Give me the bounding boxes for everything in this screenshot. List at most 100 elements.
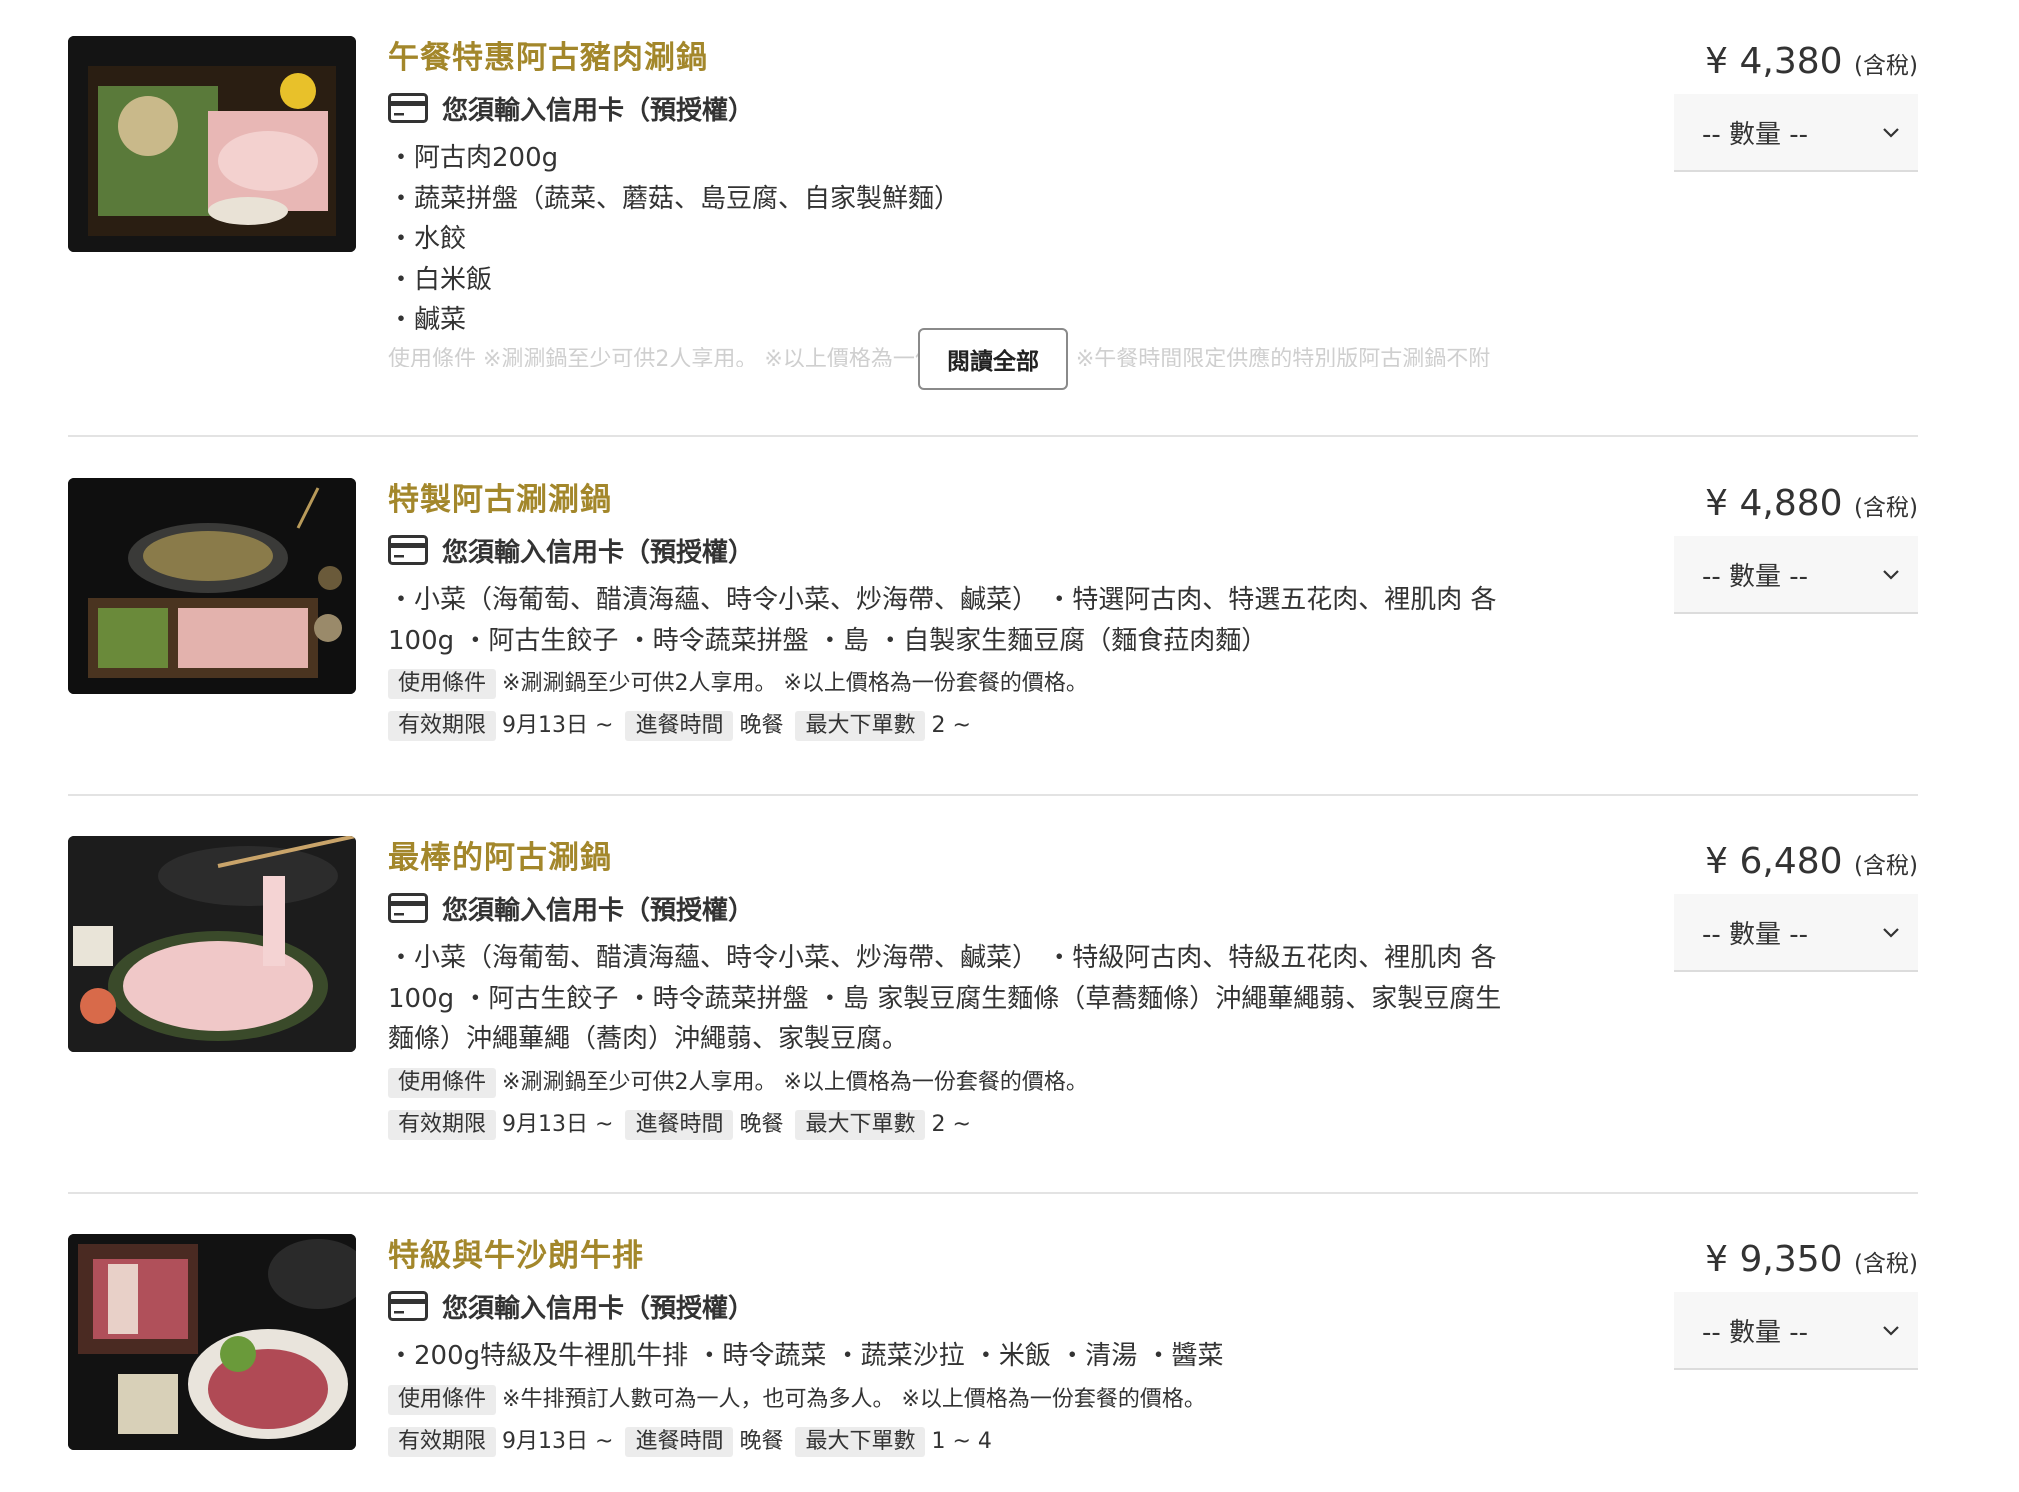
course-divider (68, 1192, 1918, 1194)
course-photo[interactable] (68, 36, 356, 252)
price-value: ¥ 4,880 (1705, 483, 1843, 524)
course-photo-image (68, 1234, 356, 1450)
course-title[interactable]: 特製阿古涮涮鍋 (388, 478, 1683, 522)
price: ¥ 4,880 (含稅) (1618, 478, 1918, 534)
credit-card-note-text: 您須輸入信用卡（預授權） (442, 95, 755, 126)
max-order-value: 1 ~ 4 (931, 1428, 992, 1454)
quantity-select[interactable]: -- 數量 -- (1674, 536, 1918, 614)
conditions-tag: 使用條件 (388, 1067, 497, 1098)
course-photo[interactable] (68, 1234, 356, 1450)
course-description: ・200g特級及牛裡肌牛排 ・時令蔬菜 ・蔬菜沙拉 ・米飯 ・清湯 ・醬菜 (388, 1336, 1683, 1377)
course-title[interactable]: 午餐特惠阿古豬肉涮鍋 (388, 36, 1683, 80)
validity-value: 9月13日 ~ (502, 713, 614, 738)
validity-row: 有效期限 9月13日 ~ 進餐時間 晚餐 最大下單數 2 ~ (388, 707, 1683, 745)
meal-time-tag: 進餐時間 (625, 711, 734, 741)
description-line: 100g ・阿古生餃子 ・時令蔬菜拼盤 ・島 ・自製家生麵豆腐（麵食菈肉麵） (388, 625, 1268, 656)
credit-card-note-text: 您須輸入信用卡（預授權） (442, 895, 755, 926)
meal-time-value: 晚餐 (739, 1111, 784, 1137)
credit-card-note-text: 您須輸入信用卡（預授權） (442, 537, 755, 568)
description-item: ・白米飯 (388, 264, 493, 295)
max-order-value: 2 ~ (931, 1111, 971, 1137)
validity-row: 有效期限 9月13日 ~ 進餐時間 晚餐 最大下單數 1 ~ 4 (388, 1423, 1683, 1461)
tax-label: (含稅) (1854, 853, 1918, 879)
course-photo[interactable] (68, 478, 356, 694)
price-value: ¥ 4,380 (1705, 41, 1843, 82)
course-photo-image (68, 36, 356, 252)
quantity-placeholder: -- 數量 -- (1702, 919, 1809, 950)
price-value: ¥ 6,480 (1705, 841, 1843, 882)
read-more-button[interactable]: 閱讀全部 (918, 327, 1068, 390)
price-value: ¥ 9,350 (1705, 1239, 1843, 1280)
tax-label: (含稅) (1854, 495, 1918, 521)
conditions-text: ※涮涮鍋至少可供2人享用。 ※以上價格為一份套餐的價格。 (502, 1069, 1088, 1095)
meal-time-value: 晚餐 (739, 713, 784, 738)
credit-card-note: 您須輸入信用卡（預授權） (388, 1284, 1683, 1328)
validity-tag: 有效期限 (388, 1426, 497, 1457)
description-item: ・阿古肉200g (388, 143, 559, 173)
validity-tag: 有效期限 (388, 711, 497, 741)
chevron-down-icon (1883, 570, 1899, 580)
chevron-down-icon (1883, 928, 1899, 938)
course-card: 特級與牛沙朗牛排 您須輸入信用卡（預授權） ・200g特級及牛裡肌牛排 ・時令蔬… (68, 1234, 1918, 1474)
quantity-placeholder: -- 數量 -- (1702, 1317, 1809, 1348)
meal-time-tag: 進餐時間 (625, 1426, 734, 1457)
conditions-row: 使用條件 ※牛排預訂人數可為一人，也可為多人。 ※以上價格為一份套餐的價格。 (388, 1381, 1683, 1419)
validity-value: 9月13日 ~ (502, 1111, 614, 1137)
credit-card-note: 您須輸入信用卡（預授權） (388, 86, 1683, 130)
max-order-tag: 最大下單數 (795, 711, 926, 741)
conditions-row: 使用條件 ※涮涮鍋至少可供2人享用。 ※以上價格為一份套餐的價格。 (388, 1064, 1683, 1102)
credit-card-icon (388, 535, 428, 565)
description-item: ・蔬菜拼盤（蔬菜、蘑菇、島豆腐、自家製鮮麵） (388, 183, 961, 214)
credit-card-icon (388, 93, 428, 123)
chevron-down-icon (1883, 1326, 1899, 1336)
course-card: 特製阿古涮涮鍋 您須輸入信用卡（預授權） ・小菜（海葡萄、醋漬海蘊、時令小菜、炒… (68, 478, 1918, 758)
conditions-row: 使用條件 ※涮涮鍋至少可供2人享用。 ※以上價格為一份套餐的價格。 (388, 665, 1683, 703)
course-title[interactable]: 最棒的阿古涮鍋 (388, 836, 1683, 880)
validity-tag: 有效期限 (388, 1109, 497, 1140)
course-card: 午餐特惠阿古豬肉涮鍋 您須輸入信用卡（預授權） ・阿古肉200g ・蔬菜拼盤（蔬… (68, 36, 1918, 396)
course-photo-image (68, 478, 356, 694)
validity-value: 9月13日 ~ (502, 1428, 614, 1454)
conditions-tag: 使用條件 (388, 669, 497, 699)
course-divider (68, 435, 1918, 437)
chevron-down-icon (1883, 128, 1899, 138)
meal-time-tag: 進餐時間 (625, 1109, 734, 1140)
price: ¥ 9,350 (含稅) (1618, 1234, 1918, 1290)
credit-card-icon (388, 1291, 428, 1321)
truncated-conditions: 使用條件 ※涮涮鍋至少可供2人享用。 ※以上價格為一份套餐的價格。 ※午餐時間限… (388, 327, 1683, 391)
description-item: ・水餃 (388, 224, 467, 254)
description-line: ・小菜（海葡萄、醋漬海蘊、時令小菜、炒海帶、鹹菜） ・特選阿古肉、特選五花肉、裡… (388, 585, 1497, 615)
conditions-tag: 使用條件 (388, 1384, 497, 1415)
quantity-select[interactable]: -- 數量 -- (1674, 1292, 1918, 1370)
max-order-tag: 最大下單數 (795, 1109, 926, 1140)
tax-label: (含稅) (1854, 1251, 1918, 1277)
max-order-value: 2 ~ (931, 713, 971, 738)
credit-card-icon (388, 893, 428, 923)
credit-card-note: 您須輸入信用卡（預授權） (388, 886, 1683, 930)
course-card: 最棒的阿古涮鍋 您須輸入信用卡（預授權） ・小菜（海葡萄、醋漬海蘊、時令小菜、炒… (68, 836, 1918, 1156)
price: ¥ 6,480 (含稅) (1618, 836, 1918, 892)
conditions-text: ※牛排預訂人數可為一人，也可為多人。 ※以上價格為一份套餐的價格。 (502, 1386, 1206, 1412)
course-photo[interactable] (68, 836, 356, 1052)
credit-card-note: 您須輸入信用卡（預授權） (388, 528, 1683, 572)
course-title[interactable]: 特級與牛沙朗牛排 (388, 1234, 1683, 1278)
course-description: ・阿古肉200g ・蔬菜拼盤（蔬菜、蘑菇、島豆腐、自家製鮮麵） ・水餃 ・白米飯… (388, 138, 1683, 341)
meal-time-value: 晚餐 (739, 1428, 784, 1454)
description-line: ・小菜（海葡萄、醋漬海蘊、時令小菜、炒海帶、鹹菜） ・特級阿古肉、特級五花肉、裡… (388, 943, 1497, 973)
tax-label: (含稅) (1854, 53, 1918, 79)
description-line: ・200g特級及牛裡肌牛排 ・時令蔬菜 ・蔬菜沙拉 ・米飯 ・清湯 ・醬菜 (388, 1341, 1224, 1371)
quantity-placeholder: -- 數量 -- (1702, 561, 1809, 592)
max-order-tag: 最大下單數 (795, 1426, 926, 1457)
quantity-placeholder: -- 數量 -- (1702, 119, 1809, 150)
description-line: 100g ・阿古生餃子 ・時令蔬菜拼盤 ・島 家製豆腐生麵條（草蕎麵條）沖繩蓽繩… (388, 983, 1502, 1014)
credit-card-note-text: 您須輸入信用卡（預授權） (442, 1293, 755, 1324)
description-line: 麵條）沖繩蓽繩（蕎肉）沖繩蒻、家製豆腐。 (388, 1024, 909, 1054)
course-description: ・小菜（海葡萄、醋漬海蘊、時令小菜、炒海帶、鹹菜） ・特選阿古肉、特選五花肉、裡… (388, 580, 1683, 661)
validity-row: 有效期限 9月13日 ~ 進餐時間 晚餐 最大下單數 2 ~ (388, 1106, 1683, 1144)
quantity-select[interactable]: -- 數量 -- (1674, 94, 1918, 172)
course-photo-image (68, 836, 356, 1052)
quantity-select[interactable]: -- 數量 -- (1674, 894, 1918, 972)
conditions-text: ※涮涮鍋至少可供2人享用。 ※以上價格為一份套餐的價格。 (502, 671, 1088, 696)
course-description: ・小菜（海葡萄、醋漬海蘊、時令小菜、炒海帶、鹹菜） ・特級阿古肉、特級五花肉、裡… (388, 938, 1683, 1060)
price: ¥ 4,380 (含稅) (1618, 36, 1918, 92)
